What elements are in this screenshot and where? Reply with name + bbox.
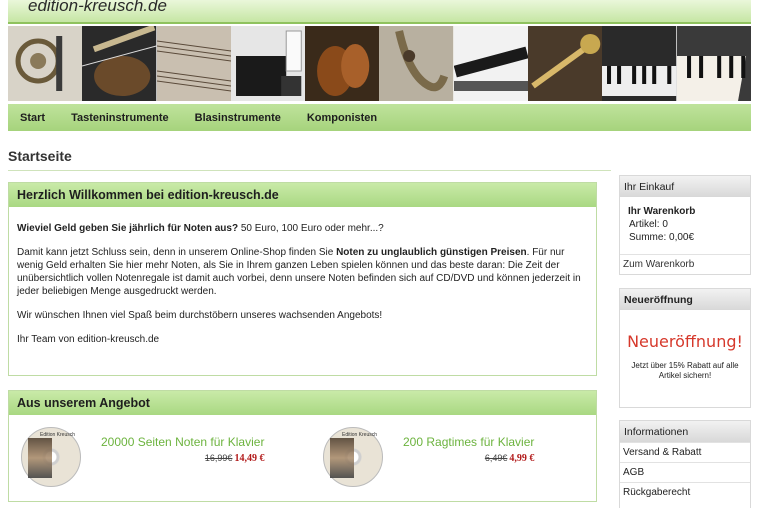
nav-item-start[interactable]: Start <box>8 112 58 124</box>
welcome-question-rest: 50 Euro, 100 Euro oder mehr...? <box>238 223 384 234</box>
info-link-agb[interactable]: AGB <box>620 462 750 482</box>
new-price: 14,49 € <box>234 453 265 464</box>
info-heading: Informationen <box>620 421 750 442</box>
cart-sum-row: Summe: 0,00€ <box>620 230 750 243</box>
cart-heading: Ihr Einkauf <box>620 176 750 197</box>
offer-item[interactable]: Edition Kreusch 200 Ragtimes für Klavier… <box>323 427 534 487</box>
banner-horn-image <box>8 26 83 101</box>
main-nav: Start Tasteninstrumente Blasinstrumente … <box>8 104 751 131</box>
cd-label: Edition Kreusch <box>40 432 76 438</box>
banner-keyboard-image <box>602 26 677 101</box>
offer-info: 200 Ragtimes für Klavier 6,49€ 4,99 € <box>403 435 534 464</box>
nav-item-komponisten[interactable]: Komponisten <box>294 112 390 124</box>
cd-label: Edition Kreusch <box>342 432 378 438</box>
nav-item-blasinstrumente[interactable]: Blasinstrumente <box>182 112 294 124</box>
opening-promo-title[interactable]: Neueröffnung! <box>620 332 750 351</box>
cart-items-label: Artikel: <box>629 219 660 230</box>
offer-info: 20000 Seiten Noten für Klavier 16,99€ 14,… <box>101 435 264 464</box>
cart-link[interactable]: Zum Warenkorb <box>623 259 694 270</box>
welcome-box: Herzlich Willkommen bei edition-kreusch.… <box>8 182 597 376</box>
site-logo[interactable]: edition-kreusch.de <box>28 0 167 16</box>
welcome-heading: Herzlich Willkommen bei edition-kreusch.… <box>9 183 596 207</box>
offer-title-link[interactable]: 200 Ragtimes für Klavier <box>403 435 534 449</box>
banner-sheet-music-image <box>156 26 231 101</box>
offers-heading: Aus unserem Angebot <box>9 391 596 415</box>
welcome-signature: Ihr Team von edition-kreusch.de <box>17 334 160 345</box>
info-box: Informationen Versand & Rabatt AGB Rückg… <box>619 420 751 508</box>
banner-guitar-image <box>82 26 157 101</box>
banner-violin-image <box>305 26 380 101</box>
header-banner <box>8 26 751 101</box>
new-price: 4,99 € <box>509 453 535 464</box>
nav-item-tasteninstrumente[interactable]: Tasteninstrumente <box>58 112 182 124</box>
opening-promo-text[interactable]: Jetzt über 15% Rabatt auf alle Artikel s… <box>620 361 750 381</box>
welcome-paragraph: Damit kann jetzt Schluss sein, denn in u… <box>17 246 588 298</box>
cart-sum-value: 0,00€ <box>669 232 695 243</box>
offer-item[interactable]: Edition Kreusch 20000 Seiten Noten für K… <box>21 427 264 487</box>
welcome-paragraph-start: Damit kann jetzt Schluss sein, denn in u… <box>17 247 337 258</box>
offer-price: 6,49€ 4,99 € <box>403 453 535 464</box>
info-link-rueckgaberecht[interactable]: Rückgaberecht <box>620 482 750 502</box>
welcome-paragraph-bold: Noten zu unglaublich günstigen Preisen <box>336 247 527 258</box>
old-price: 16,99€ <box>204 453 233 463</box>
cd-cover-art <box>28 438 52 478</box>
offer-title-link[interactable]: 20000 Seiten Noten für Klavier <box>101 435 264 449</box>
opening-box: Neueröffnung Neueröffnung! Jetzt über 15… <box>619 288 751 408</box>
banner-saxophone-image <box>379 26 454 101</box>
cart-divider <box>620 254 750 255</box>
page-title: Startseite <box>8 148 72 164</box>
cd-cover-art <box>330 438 354 478</box>
banner-trumpet-image <box>528 26 603 101</box>
offer-price: 16,99€ 14,49 € <box>101 453 265 464</box>
cart-title: Ihr Warenkorb <box>628 206 696 217</box>
banner-piano-keys-image <box>676 26 751 101</box>
welcome-wish: Wir wünschen Ihnen viel Spaß beim durchs… <box>17 310 383 321</box>
cart-box: Ihr Einkauf Ihr Warenkorb Artikel: 0 Sum… <box>619 175 751 275</box>
product-cd-image[interactable]: Edition Kreusch <box>21 427 81 487</box>
opening-heading: Neueröffnung <box>620 289 750 310</box>
welcome-question-bold: Wieviel Geld geben Sie jährlich für Note… <box>17 223 239 234</box>
product-cd-image[interactable]: Edition Kreusch <box>323 427 383 487</box>
banner-piano-room-image <box>230 26 306 101</box>
info-link-versand[interactable]: Versand & Rabatt <box>620 442 750 462</box>
banner-clarinet-image <box>453 26 529 101</box>
cart-items-value: 0 <box>662 219 668 230</box>
welcome-body: Wieviel Geld geben Sie jährlich für Note… <box>9 207 596 346</box>
title-divider <box>8 170 611 171</box>
site-header: edition-kreusch.de <box>8 0 751 24</box>
offers-box: Aus unserem Angebot Edition Kreusch 2000… <box>8 390 597 502</box>
old-price: 6,49€ <box>484 453 508 463</box>
cart-sum-label: Summe: <box>629 232 667 243</box>
cart-items-row: Artikel: 0 <box>620 217 750 230</box>
welcome-question: Wieviel Geld geben Sie jährlich für Note… <box>17 222 588 235</box>
